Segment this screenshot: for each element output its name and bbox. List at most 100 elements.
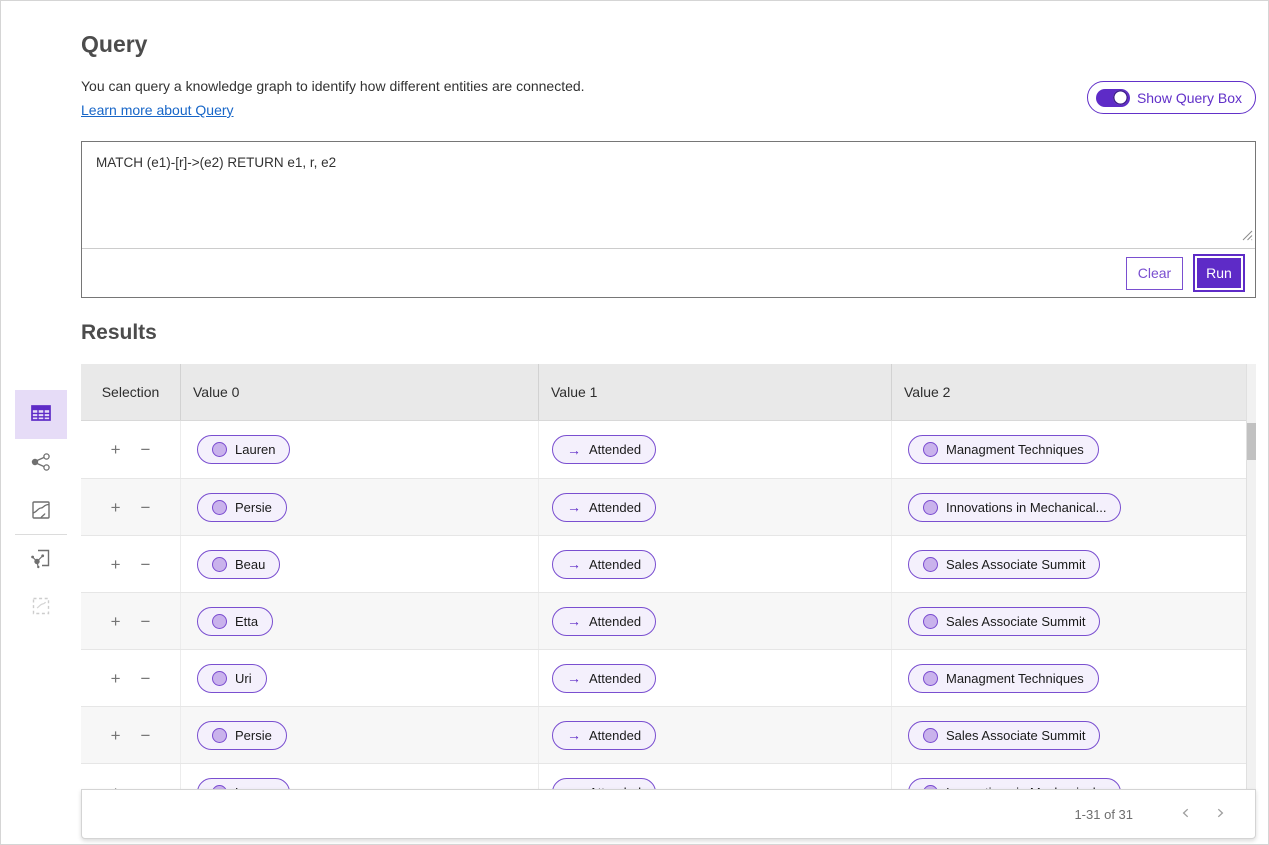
entity-label: Sales Associate Summit xyxy=(946,557,1085,572)
relationship-pill[interactable]: → Attended xyxy=(552,550,656,579)
table-row: + − Uri → Attended Managment Techniques xyxy=(81,649,1256,706)
entity-node-icon xyxy=(212,500,227,515)
entity-label: Innovations in Mechanical... xyxy=(946,500,1106,515)
value1-cell: → Attended xyxy=(539,479,892,535)
remove-from-selection-button[interactable]: − xyxy=(139,497,153,518)
map-view-button[interactable] xyxy=(15,487,67,536)
add-to-selection-button[interactable]: + xyxy=(109,497,123,518)
entity-node-icon xyxy=(212,671,227,686)
entity-node-icon xyxy=(923,500,938,515)
add-to-selection-button[interactable]: + xyxy=(109,554,123,575)
value0-cell: Persie xyxy=(181,707,539,763)
page-title: Query xyxy=(81,31,147,58)
previous-page-button[interactable] xyxy=(1173,801,1199,827)
entity-pill[interactable]: Innovations in Mechanical... xyxy=(908,778,1121,790)
relationship-pill[interactable]: → Attended xyxy=(552,778,656,790)
value0-cell: Persie xyxy=(181,479,539,535)
table-row: + − Lauren → Attended Innovations in Mec… xyxy=(81,763,1256,789)
entity-node-icon xyxy=(923,442,938,457)
table-view-button[interactable] xyxy=(15,390,67,439)
resize-grip-icon[interactable] xyxy=(1242,228,1253,246)
next-page-button[interactable] xyxy=(1207,801,1233,827)
selection-cell: + − xyxy=(81,536,181,592)
arrow-right-icon: → xyxy=(567,670,581,686)
entity-pill[interactable]: Sales Associate Summit xyxy=(908,550,1100,579)
value2-cell: Innovations in Mechanical... xyxy=(892,479,1256,535)
value2-cell: Sales Associate Summit xyxy=(892,707,1256,763)
add-to-selection-button[interactable]: + xyxy=(109,439,123,460)
arrow-right-icon: → xyxy=(567,499,581,515)
relationship-label: Attended xyxy=(589,671,641,686)
arrow-right-icon: → xyxy=(567,442,581,458)
query-input-wrap: MATCH (e1)-[r]->(e2) RETURN e1, r, e2 xyxy=(82,142,1255,248)
add-to-selection-button[interactable]: + xyxy=(109,668,123,689)
entity-pill[interactable]: Lauren xyxy=(197,778,290,790)
entity-node-icon xyxy=(923,614,938,629)
column-header-value0: Value 0 xyxy=(181,364,539,420)
value1-cell: → Attended xyxy=(539,650,892,706)
link-chart-view-button[interactable] xyxy=(15,439,67,488)
entity-pill[interactable]: Persie xyxy=(197,721,287,750)
add-to-selection-button[interactable]: + xyxy=(109,782,123,790)
entity-node-icon xyxy=(212,614,227,629)
relationship-pill[interactable]: → Attended xyxy=(552,721,656,750)
query-input[interactable]: MATCH (e1)-[r]->(e2) RETURN e1, r, e2 xyxy=(82,142,1255,248)
chevron-right-icon xyxy=(1213,806,1227,823)
table-row: + − Lauren → Attended Managment Techniqu… xyxy=(81,421,1256,478)
column-header-value2: Value 2 xyxy=(892,364,1256,420)
arrow-right-icon: → xyxy=(567,727,581,743)
entity-pill[interactable]: Uri xyxy=(197,664,267,693)
table-scrollbar[interactable] xyxy=(1246,364,1256,789)
relationship-pill[interactable]: → Attended xyxy=(552,664,656,693)
remove-from-selection-button[interactable]: − xyxy=(139,668,153,689)
entity-pill[interactable]: Sales Associate Summit xyxy=(908,607,1100,636)
arrow-right-icon: → xyxy=(567,556,581,572)
value0-cell: Uri xyxy=(181,650,539,706)
new-map-button xyxy=(15,583,67,632)
entity-label: Beau xyxy=(235,557,265,572)
remove-from-selection-button[interactable]: − xyxy=(139,554,153,575)
learn-more-link[interactable]: Learn more about Query xyxy=(81,102,234,118)
entity-label: Persie xyxy=(235,500,272,515)
column-header-selection: Selection xyxy=(81,364,181,420)
show-query-box-button[interactable]: Show Query Box xyxy=(1087,81,1256,114)
selection-cell: + − xyxy=(81,593,181,649)
entity-pill[interactable]: Managment Techniques xyxy=(908,664,1099,693)
entity-pill[interactable]: Sales Associate Summit xyxy=(908,721,1100,750)
add-to-selection-button[interactable]: + xyxy=(109,611,123,632)
entity-pill[interactable]: Persie xyxy=(197,493,287,522)
entity-label: Etta xyxy=(235,614,258,629)
entity-pill[interactable]: Managment Techniques xyxy=(908,435,1099,464)
query-page: Query You can query a knowledge graph to… xyxy=(0,0,1269,845)
show-query-box-toggle[interactable] xyxy=(1096,89,1130,107)
pagination-bar: 1-31 of 31 xyxy=(81,789,1256,839)
run-button[interactable]: Run xyxy=(1193,254,1245,292)
entity-node-icon xyxy=(923,557,938,572)
relationship-pill[interactable]: → Attended xyxy=(552,607,656,636)
add-to-selection-button[interactable]: + xyxy=(109,725,123,746)
entity-pill[interactable]: Innovations in Mechanical... xyxy=(908,493,1121,522)
entity-pill[interactable]: Beau xyxy=(197,550,280,579)
remove-from-selection-button[interactable]: − xyxy=(139,439,153,460)
value0-cell: Lauren xyxy=(181,764,539,789)
remove-from-selection-button[interactable]: − xyxy=(139,782,153,790)
value1-cell: → Attended xyxy=(539,707,892,763)
entity-node-icon xyxy=(923,671,938,686)
relationship-pill[interactable]: → Attended xyxy=(552,435,656,464)
scrollbar-thumb[interactable] xyxy=(1247,423,1256,460)
remove-from-selection-button[interactable]: − xyxy=(139,725,153,746)
pagination-range: 1-31 of 31 xyxy=(1074,807,1133,822)
entity-label: Uri xyxy=(235,671,252,686)
relationship-label: Attended xyxy=(589,500,641,515)
clear-button[interactable]: Clear xyxy=(1126,257,1183,290)
new-link-chart-button[interactable] xyxy=(15,535,67,584)
value1-cell: → Attended xyxy=(539,421,892,478)
remove-from-selection-button[interactable]: − xyxy=(139,611,153,632)
value1-cell: → Attended xyxy=(539,536,892,592)
entity-pill[interactable]: Lauren xyxy=(197,435,290,464)
relationship-label: Attended xyxy=(589,728,641,743)
table-row: + − Persie → Attended Sales Associate Su… xyxy=(81,706,1256,763)
entity-pill[interactable]: Etta xyxy=(197,607,273,636)
entity-label: Sales Associate Summit xyxy=(946,728,1085,743)
relationship-pill[interactable]: → Attended xyxy=(552,493,656,522)
